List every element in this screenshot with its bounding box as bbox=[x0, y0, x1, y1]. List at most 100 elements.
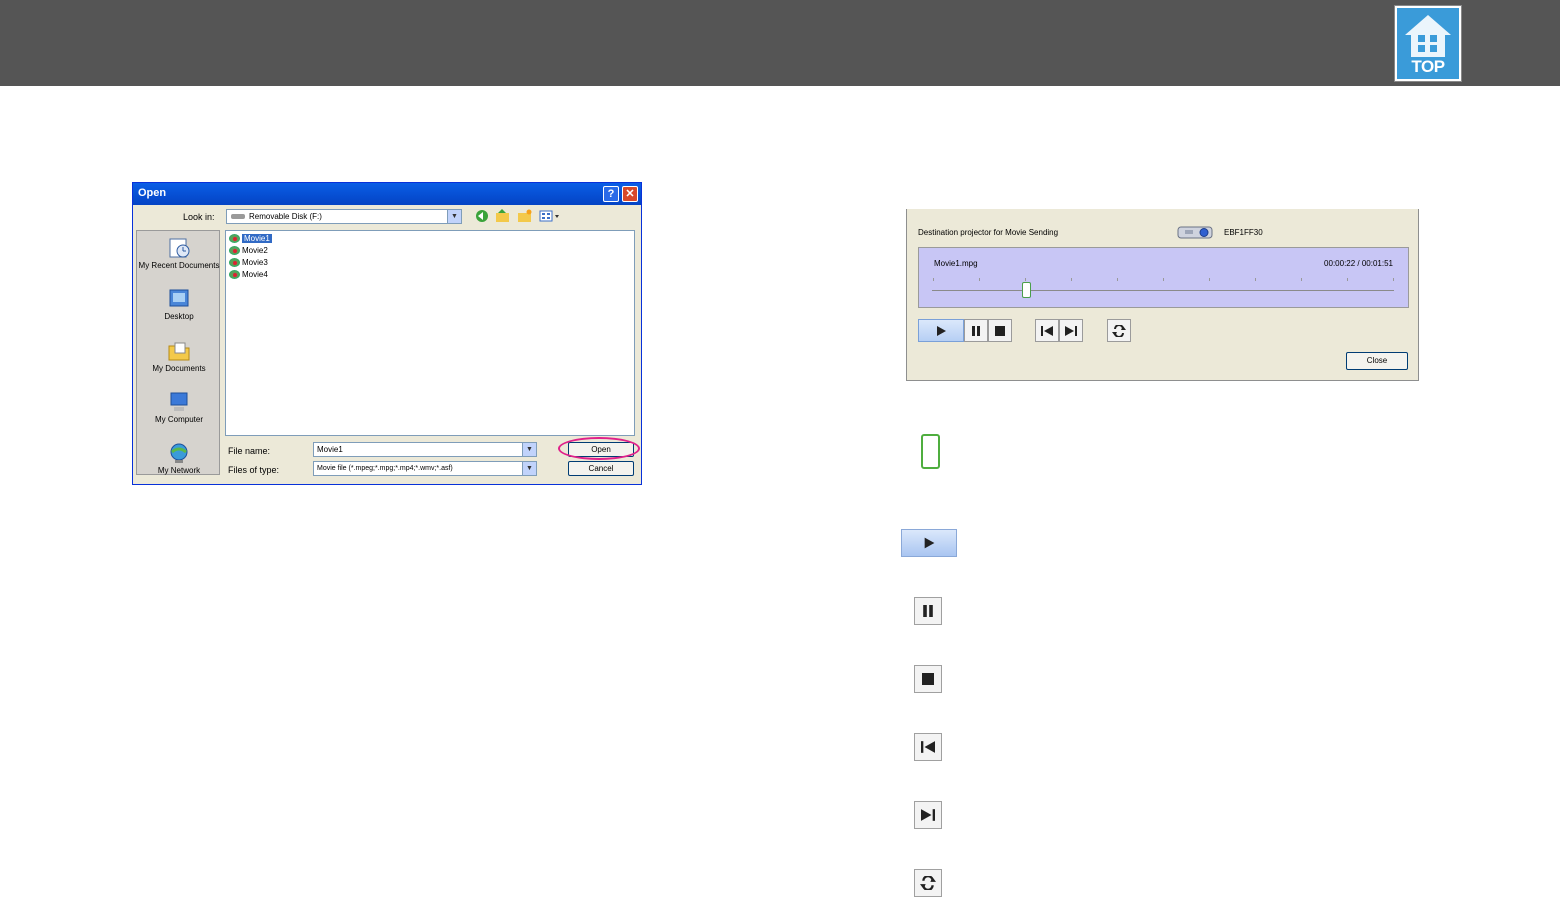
slider-tick bbox=[1347, 278, 1348, 281]
stop-icon bbox=[922, 673, 934, 685]
place-label: Desktop bbox=[164, 312, 194, 321]
recent-documents-icon bbox=[169, 238, 190, 258]
movie-file-icon bbox=[229, 270, 240, 279]
movie-progress-box: Movie1.mpg 00:00:22 / 00:01:51 bbox=[918, 247, 1409, 308]
legend-pause-button bbox=[914, 597, 942, 625]
repeat-button[interactable] bbox=[1107, 319, 1131, 342]
stop-button[interactable] bbox=[988, 319, 1012, 342]
place-my-computer[interactable]: My Computer bbox=[137, 391, 221, 424]
place-my-recent-documents[interactable]: My Recent Documents bbox=[137, 237, 221, 270]
stop-icon bbox=[995, 325, 1005, 336]
file-name-input[interactable]: Movie1 ▼ bbox=[313, 442, 537, 457]
chevron-down-icon[interactable]: ▼ bbox=[447, 210, 461, 223]
movie-name: Movie1.mpg bbox=[934, 259, 978, 268]
slider-tick bbox=[1393, 278, 1394, 281]
play-icon bbox=[937, 325, 946, 336]
slider-tick bbox=[1255, 278, 1256, 281]
header-bar: TOP bbox=[0, 0, 1560, 86]
legend-stop-button bbox=[914, 665, 942, 693]
chevron-down-icon[interactable]: ▼ bbox=[522, 443, 536, 456]
slider-tick bbox=[1163, 278, 1164, 281]
legend-slider-thumb-icon bbox=[921, 434, 940, 469]
top-link[interactable]: TOP bbox=[1394, 5, 1462, 82]
top-logo-text: TOP bbox=[1411, 57, 1445, 76]
slider-tick bbox=[1209, 278, 1210, 281]
computer-icon bbox=[170, 392, 188, 411]
view-menu-icon[interactable] bbox=[539, 209, 561, 223]
places-bar: My Recent Documents Desktop My Documents… bbox=[136, 230, 220, 475]
file-item-movie1[interactable]: Movie1 bbox=[228, 233, 272, 244]
file-type-label: Files of type: bbox=[228, 465, 280, 475]
file-name-value: Movie1 bbox=[317, 445, 343, 454]
place-my-documents[interactable]: My Documents bbox=[137, 340, 221, 373]
slider-tick bbox=[933, 278, 934, 281]
pause-icon bbox=[923, 605, 933, 617]
repeat-icon bbox=[1112, 324, 1126, 337]
previous-icon bbox=[921, 741, 935, 753]
cancel-button[interactable]: Cancel bbox=[568, 461, 634, 476]
movie-file-icon bbox=[229, 258, 240, 267]
projector-icon bbox=[1177, 226, 1213, 239]
slider-tick bbox=[1301, 278, 1302, 281]
slider-tick bbox=[1071, 278, 1072, 281]
slider-tick bbox=[1025, 278, 1026, 281]
movie-time: 00:00:22 / 00:01:51 bbox=[1324, 259, 1393, 268]
highlight-ring bbox=[558, 437, 640, 460]
desktop-icon bbox=[169, 289, 189, 307]
new-folder-icon[interactable] bbox=[517, 209, 532, 223]
file-item-movie3[interactable]: Movie3 bbox=[228, 257, 268, 268]
file-item-movie4[interactable]: Movie4 bbox=[228, 269, 268, 280]
place-desktop[interactable]: Desktop bbox=[137, 288, 221, 321]
place-label: My Recent Documents bbox=[138, 261, 220, 270]
pause-button[interactable] bbox=[964, 319, 988, 342]
documents-folder-icon bbox=[168, 342, 190, 361]
file-name-label: File name: bbox=[228, 446, 271, 456]
file-type-select[interactable]: Movie file (*.mpeg;*.mpg;*.mp4;*.wmv;*.a… bbox=[313, 461, 537, 476]
file-type-value: Movie file (*.mpeg;*.mpg;*.mp4;*.wmv;*.a… bbox=[317, 465, 453, 472]
file-list[interactable]: Movie1 Movie2 Movie3 Movie4 bbox=[225, 230, 635, 436]
movie-file-icon bbox=[229, 246, 240, 255]
projector-name: EBF1FF30 bbox=[1224, 228, 1263, 237]
place-label: My Computer bbox=[154, 415, 203, 424]
chevron-down-icon[interactable]: ▼ bbox=[522, 462, 536, 475]
destination-label: Destination projector for Movie Sending bbox=[918, 228, 1059, 237]
drive-icon bbox=[231, 214, 245, 219]
network-icon bbox=[170, 443, 188, 463]
previous-icon bbox=[1041, 325, 1053, 336]
dialog-title-bar: Open ? ✕ bbox=[133, 183, 641, 205]
progress-track[interactable] bbox=[932, 290, 1394, 291]
panel-close-button[interactable]: Close bbox=[1346, 352, 1408, 370]
place-label: My Documents bbox=[152, 364, 206, 373]
next-icon bbox=[921, 809, 935, 821]
previous-button[interactable] bbox=[1035, 319, 1059, 342]
house-icon bbox=[1405, 15, 1451, 57]
legend-next-button bbox=[914, 801, 942, 829]
play-icon bbox=[924, 537, 935, 549]
place-my-network[interactable]: My Network bbox=[137, 442, 221, 475]
play-button[interactable] bbox=[918, 319, 964, 342]
back-icon[interactable] bbox=[475, 209, 490, 223]
look-in-label: Look in: bbox=[183, 212, 215, 222]
dialog-title: Open bbox=[138, 187, 167, 199]
progress-slider-thumb[interactable] bbox=[1022, 282, 1031, 298]
open-dialog: Open ? ✕ Look in: Removable Disk (F:) ▼ … bbox=[132, 182, 642, 485]
movie-sending-panel: Destination projector for Movie Sending … bbox=[906, 209, 1419, 381]
next-button[interactable] bbox=[1059, 319, 1083, 342]
close-button[interactable]: ✕ bbox=[622, 186, 638, 202]
legend-play-button bbox=[901, 529, 957, 557]
slider-tick bbox=[979, 278, 980, 281]
help-button[interactable]: ? bbox=[603, 186, 619, 202]
movie-file-icon bbox=[229, 234, 240, 243]
page: TOP Open ? ✕ Look in: Removable Disk (F:… bbox=[0, 0, 1560, 897]
up-folder-icon[interactable] bbox=[495, 209, 510, 223]
legend-repeat-button bbox=[914, 869, 942, 897]
place-label: My Network bbox=[157, 466, 201, 475]
slider-tick bbox=[1117, 278, 1118, 281]
look-in-value: Removable Disk (F:) bbox=[249, 212, 322, 221]
pause-icon bbox=[972, 325, 980, 336]
next-icon bbox=[1065, 325, 1077, 336]
repeat-icon bbox=[920, 876, 936, 890]
legend-previous-button bbox=[914, 733, 942, 761]
look-in-select[interactable]: Removable Disk (F:) ▼ bbox=[226, 209, 462, 224]
file-item-movie2[interactable]: Movie2 bbox=[228, 245, 268, 256]
